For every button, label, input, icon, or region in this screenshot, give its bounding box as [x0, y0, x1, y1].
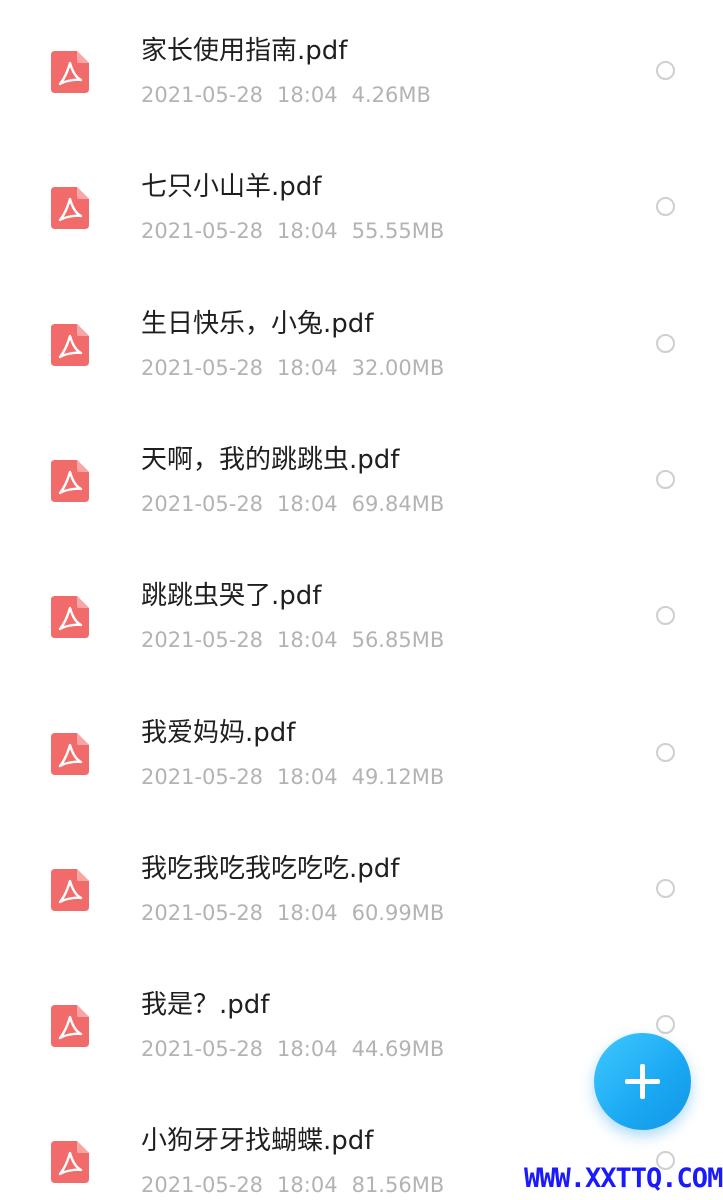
select-radio[interactable]	[656, 470, 675, 489]
add-button[interactable]	[594, 1033, 691, 1130]
file-size: 32.00MB	[351, 356, 445, 380]
file-row[interactable]: 生日快乐，小兔.pdf 2021-05-28 18:04 32.00MB	[0, 276, 723, 412]
file-date: 2021-05-28	[141, 765, 264, 789]
file-name: 天啊，我的跳跳虫.pdf	[141, 445, 400, 475]
file-size: 81.56MB	[351, 1173, 445, 1197]
file-name: 家长使用指南.pdf	[141, 36, 348, 66]
file-time: 18:04	[277, 219, 338, 243]
file-meta: 2021-05-28 18:04 69.84MB	[141, 491, 444, 517]
select-radio[interactable]	[656, 334, 675, 353]
file-size: 56.85MB	[351, 628, 445, 652]
file-name: 我吃我吃我吃吃吃.pdf	[141, 854, 400, 884]
file-size: 4.26MB	[351, 83, 431, 107]
file-row[interactable]: 天啊，我的跳跳虫.pdf 2021-05-28 18:04 69.84MB	[0, 412, 723, 548]
select-radio[interactable]	[656, 606, 675, 625]
pdf-file-icon	[51, 51, 89, 93]
pdf-file-icon	[51, 324, 89, 366]
file-date: 2021-05-28	[141, 901, 264, 925]
pdf-file-icon	[51, 1141, 89, 1183]
file-meta: 2021-05-28 18:04 49.12MB	[141, 764, 444, 790]
file-date: 2021-05-28	[141, 1173, 264, 1197]
file-name: 生日快乐，小兔.pdf	[141, 309, 374, 339]
file-time: 18:04	[277, 901, 338, 925]
select-radio[interactable]	[656, 879, 675, 898]
file-row[interactable]: 跳跳虫哭了.pdf 2021-05-28 18:04 56.85MB	[0, 548, 723, 684]
file-size: 49.12MB	[351, 765, 445, 789]
file-date: 2021-05-28	[141, 83, 264, 107]
file-date: 2021-05-28	[141, 628, 264, 652]
pdf-file-icon	[51, 1005, 89, 1047]
file-size: 69.84MB	[351, 492, 445, 516]
file-size: 60.99MB	[351, 901, 445, 925]
file-row[interactable]: 我吃我吃我吃吃吃.pdf 2021-05-28 18:04 60.99MB	[0, 821, 723, 957]
file-size: 44.69MB	[351, 1037, 445, 1061]
file-date: 2021-05-28	[141, 356, 264, 380]
file-list: 家长使用指南.pdf 2021-05-28 18:04 4.26MB 七只小山羊.p…	[0, 0, 723, 1200]
file-time: 18:04	[277, 765, 338, 789]
select-radio[interactable]	[656, 197, 675, 216]
select-radio[interactable]	[656, 743, 675, 762]
file-name: 我爱妈妈.pdf	[141, 718, 296, 748]
pdf-file-icon	[51, 460, 89, 502]
file-meta: 2021-05-28 18:04 60.99MB	[141, 900, 444, 926]
file-time: 18:04	[277, 1037, 338, 1061]
watermark: WWW.XXTTQ.COM	[524, 1163, 723, 1194]
file-row[interactable]: 我爱妈妈.pdf 2021-05-28 18:04 49.12MB	[0, 685, 723, 821]
file-row[interactable]: 家长使用指南.pdf 2021-05-28 18:04 4.26MB	[0, 3, 723, 139]
file-date: 2021-05-28	[141, 219, 264, 243]
file-date: 2021-05-28	[141, 1037, 264, 1061]
file-date: 2021-05-28	[141, 492, 264, 516]
file-time: 18:04	[277, 492, 338, 516]
file-meta: 2021-05-28 18:04 81.56MB	[141, 1172, 444, 1198]
file-time: 18:04	[277, 83, 338, 107]
file-size: 55.55MB	[351, 219, 445, 243]
pdf-file-icon	[51, 733, 89, 775]
file-meta: 2021-05-28 18:04 32.00MB	[141, 355, 444, 381]
file-name: 七只小山羊.pdf	[141, 172, 322, 202]
select-radio[interactable]	[656, 1015, 675, 1034]
file-meta: 2021-05-28 18:04 44.69MB	[141, 1036, 444, 1062]
file-name: 小狗牙牙找蝴蝶.pdf	[141, 1126, 374, 1156]
file-meta: 2021-05-28 18:04 56.85MB	[141, 627, 444, 653]
file-time: 18:04	[277, 628, 338, 652]
select-radio[interactable]	[656, 61, 675, 80]
file-meta: 2021-05-28 18:04 55.55MB	[141, 218, 444, 244]
pdf-file-icon	[51, 869, 89, 911]
file-time: 18:04	[277, 1173, 338, 1197]
file-meta: 2021-05-28 18:04 4.26MB	[141, 82, 431, 108]
file-time: 18:04	[277, 356, 338, 380]
file-name: 我是？.pdf	[141, 990, 270, 1020]
file-name: 跳跳虫哭了.pdf	[141, 581, 322, 611]
pdf-file-icon	[51, 187, 89, 229]
file-row[interactable]: 七只小山羊.pdf 2021-05-28 18:04 55.55MB	[0, 139, 723, 275]
pdf-file-icon	[51, 596, 89, 638]
